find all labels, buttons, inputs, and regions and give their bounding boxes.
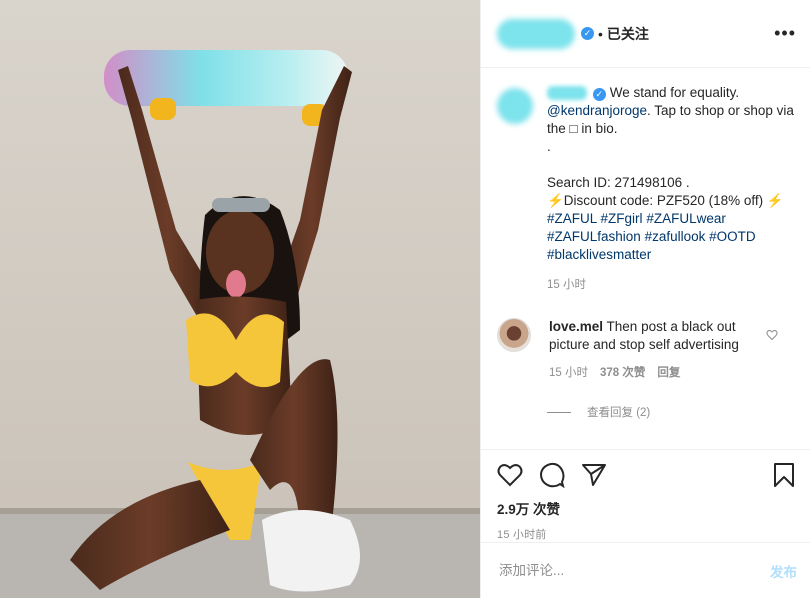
add-comment-bar: 发布	[481, 542, 810, 598]
comment-like-heart-icon[interactable]	[766, 328, 778, 346]
post-comment-button[interactable]: 发布	[770, 561, 797, 581]
commenter-username[interactable]: love.mel	[549, 319, 603, 334]
follow-status-button[interactable]: 已关注	[607, 24, 649, 44]
view-replies-label: 查看回复 (2)	[587, 407, 651, 419]
replies-divider	[547, 411, 571, 413]
comment-input[interactable]	[497, 562, 770, 579]
commenter-avatar[interactable]	[497, 318, 531, 352]
post-time: 15 小时前	[497, 529, 547, 541]
caption-time: 15 小时	[547, 279, 586, 291]
reply-button[interactable]: 回复	[657, 364, 680, 382]
comment: love.mel Then post a black out picture a…	[497, 318, 794, 382]
bookmark-icon[interactable]	[773, 462, 795, 488]
hashtag[interactable]: #ZFgirl	[601, 211, 643, 226]
like-heart-icon[interactable]	[497, 463, 523, 487]
hashtag[interactable]: #OOTD	[709, 229, 756, 244]
mention-link[interactable]: @kendranjoroge	[547, 103, 647, 118]
comment-likes[interactable]: 378 次赞	[600, 364, 645, 382]
post-image	[0, 0, 480, 598]
discount-code: ⚡Discount code: PZF520 (18% off) ⚡	[547, 193, 784, 208]
search-id: Search ID: 271498106 .	[547, 175, 690, 190]
comment-meta: 15 小时 378 次赞 回复	[549, 364, 769, 382]
hashtag[interactable]: #blacklivesmatter	[547, 247, 651, 262]
likes-count[interactable]: 2.9万 次赞	[497, 498, 795, 518]
caption-text: We stand for equality.	[609, 85, 740, 100]
verified-badge-icon: ✓	[592, 87, 606, 101]
comments-area: ✓ We stand for equality. @kendranjoroge. …	[481, 68, 810, 448]
post-sidebar: ✓ • 已关注 ••• ✓ We stand for equality. @ken…	[480, 0, 810, 598]
author-name-redacted[interactable]	[497, 18, 575, 49]
comment-bubble-icon[interactable]	[539, 462, 565, 488]
share-paper-plane-icon[interactable]	[581, 463, 607, 487]
post-photo[interactable]	[0, 0, 480, 598]
caption-body: ✓ We stand for equality. @kendranjoroge. …	[547, 84, 794, 294]
action-icons	[497, 460, 795, 490]
caption: ✓ We stand for equality. @kendranjoroge. …	[497, 84, 794, 294]
hashtag[interactable]: #zafullook	[645, 229, 706, 244]
post-header: ✓ • 已关注 •••	[481, 0, 810, 68]
verified-badge-icon: ✓	[581, 27, 594, 40]
comment-body: love.mel Then post a black out picture a…	[549, 318, 769, 382]
hashtag[interactable]: #ZAFULwear	[646, 211, 726, 226]
more-options-icon[interactable]: •••	[774, 23, 796, 44]
separator-dot: •	[598, 25, 603, 42]
author-avatar[interactable]	[497, 88, 533, 124]
post-actions: 2.9万 次赞 15 小时前	[481, 449, 810, 542]
caption-dot-line: .	[547, 139, 551, 154]
author-handle-redacted[interactable]	[547, 86, 587, 101]
hashtag[interactable]: #ZAFUL	[547, 211, 597, 226]
view-replies-button[interactable]: 查看回复 (2)	[547, 404, 794, 420]
comment-time: 15 小时	[549, 367, 588, 379]
hashtag[interactable]: #ZAFULfashion	[547, 229, 641, 244]
